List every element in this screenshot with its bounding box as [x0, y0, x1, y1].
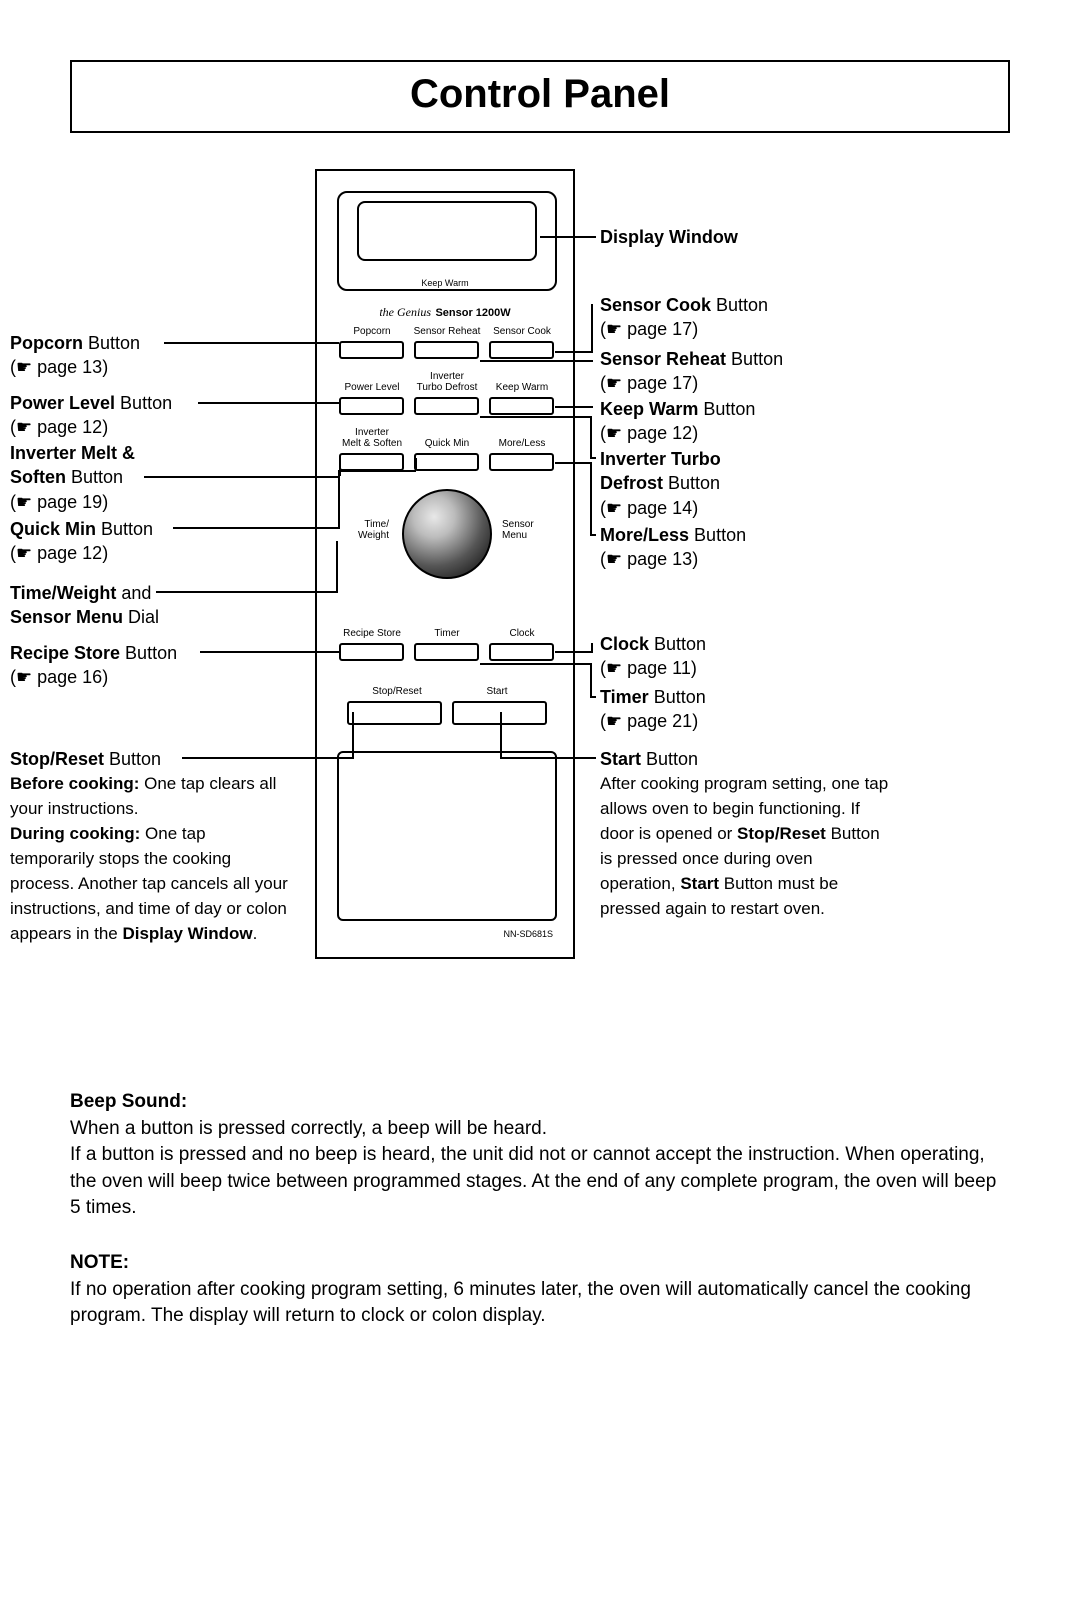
leader	[352, 712, 354, 759]
callout-keep-warm: Keep Warm Button (☛ page 12)	[600, 397, 890, 446]
timer-label: Timer	[412, 629, 482, 640]
leader	[555, 462, 591, 464]
recipe-store-button[interactable]	[339, 643, 404, 661]
power-level-button[interactable]	[339, 397, 404, 415]
turbo-defrost-label: Turbo Defrost	[412, 383, 482, 394]
leader	[591, 643, 593, 653]
leader	[555, 651, 593, 653]
control-panel-diagram: Keep Warm the Genius Sensor 1200W Popcor…	[70, 169, 1010, 1049]
callout-power-level: Power Level Button (☛ page 12)	[10, 391, 300, 440]
clock-button[interactable]	[489, 643, 554, 661]
sensor-reheat-label: Sensor Reheat	[412, 327, 482, 338]
sensor-cook-label: Sensor Cook	[487, 327, 557, 338]
power-level-label: Power Level	[337, 383, 407, 394]
time-weight-dial[interactable]	[402, 489, 492, 579]
leader	[480, 360, 593, 362]
quick-min-label: Quick Min	[412, 439, 482, 450]
genius-sensor-label: the Genius Sensor 1200W	[317, 303, 573, 321]
callout-dial: Time/Weight and Sensor Menu Dial	[10, 581, 300, 630]
leader	[500, 712, 502, 759]
page-title: Control Panel	[70, 60, 1010, 133]
leader	[164, 342, 339, 344]
dial-time-label: Time/Weight	[339, 519, 389, 541]
turbo-defrost-button[interactable]	[414, 397, 479, 415]
callout-sensor-reheat: Sensor Reheat Button (☛ page 17)	[600, 347, 890, 396]
stop-reset-button[interactable]	[347, 701, 442, 725]
callout-timer: Timer Button (☛ page 21)	[600, 685, 890, 734]
display-window-inner	[357, 201, 537, 261]
clock-label: Clock	[487, 629, 557, 640]
note-heading: NOTE:	[70, 1250, 1010, 1277]
keep-warm-indicator: Keep Warm	[317, 278, 573, 288]
callout-popcorn: Popcorn Button (☛ page 13)	[10, 331, 300, 380]
popcorn-button[interactable]	[339, 341, 404, 359]
more-less-button[interactable]	[489, 453, 554, 471]
melt-soften-label: Melt & Soften	[337, 439, 407, 450]
leader	[592, 534, 596, 536]
popcorn-label: Popcorn	[337, 327, 407, 338]
keep-warm-button[interactable]	[489, 397, 554, 415]
callout-start: Start Button After cooking program setti…	[600, 747, 890, 921]
beep-sound-heading: Beep Sound:	[70, 1089, 1010, 1116]
leader	[590, 663, 592, 698]
melt-soften-button[interactable]	[339, 453, 404, 471]
body-text: Beep Sound: When a button is pressed cor…	[70, 1089, 1010, 1330]
callout-quick-min: Quick Min Button (☛ page 12)	[10, 517, 300, 566]
leader	[173, 527, 338, 529]
leader	[338, 470, 340, 529]
leader	[156, 591, 336, 593]
model-number: NN-SD681S	[503, 929, 553, 939]
leader	[502, 757, 596, 759]
leader	[590, 416, 592, 459]
beep-sound-paragraph: When a button is pressed correctly, a be…	[70, 1116, 1010, 1222]
leader	[144, 476, 339, 478]
callout-sensor-cook: Sensor Cook Button (☛ page 17)	[600, 293, 890, 342]
leader	[592, 457, 596, 459]
panel-frame: Keep Warm the Genius Sensor 1200W Popcor…	[315, 169, 575, 959]
stop-reset-label: Stop/Reset	[357, 687, 437, 698]
leader	[590, 462, 592, 536]
dial-sensor-label: SensorMenu	[502, 519, 552, 541]
panel-bottom-area	[337, 751, 557, 921]
timer-button[interactable]	[414, 643, 479, 661]
leader	[336, 541, 338, 593]
leader	[200, 651, 339, 653]
leader	[480, 416, 592, 418]
note-paragraph: If no operation after cooking program se…	[70, 1277, 1010, 1330]
recipe-store-label: Recipe Store	[337, 629, 407, 640]
start-label: Start	[457, 687, 537, 698]
melt-soften-top-label: Inverter	[337, 428, 407, 439]
leader	[540, 236, 596, 238]
leader	[338, 470, 416, 472]
leader	[480, 663, 592, 665]
callout-display: Display Window	[600, 225, 890, 249]
callout-stop-reset: Stop/Reset Button Before cooking: One ta…	[10, 747, 290, 946]
leader	[555, 351, 591, 353]
leader	[198, 402, 339, 404]
leader	[415, 458, 417, 470]
keep-warm-label: Keep Warm	[487, 383, 557, 394]
callout-clock: Clock Button (☛ page 11)	[600, 632, 890, 681]
turbo-defrost-top-label: Inverter	[412, 372, 482, 383]
quick-min-button[interactable]	[414, 453, 479, 471]
callout-recipe-store: Recipe Store Button (☛ page 16)	[10, 641, 300, 690]
sensor-reheat-button[interactable]	[414, 341, 479, 359]
more-less-label: More/Less	[487, 439, 557, 450]
callout-turbo-defrost: Inverter Turbo Defrost Button (☛ page 14…	[600, 447, 890, 520]
leader	[182, 757, 352, 759]
sensor-cook-button[interactable]	[489, 341, 554, 359]
leader	[591, 304, 593, 353]
callout-more-less: More/Less Button (☛ page 13)	[600, 523, 890, 572]
leader	[555, 406, 593, 408]
